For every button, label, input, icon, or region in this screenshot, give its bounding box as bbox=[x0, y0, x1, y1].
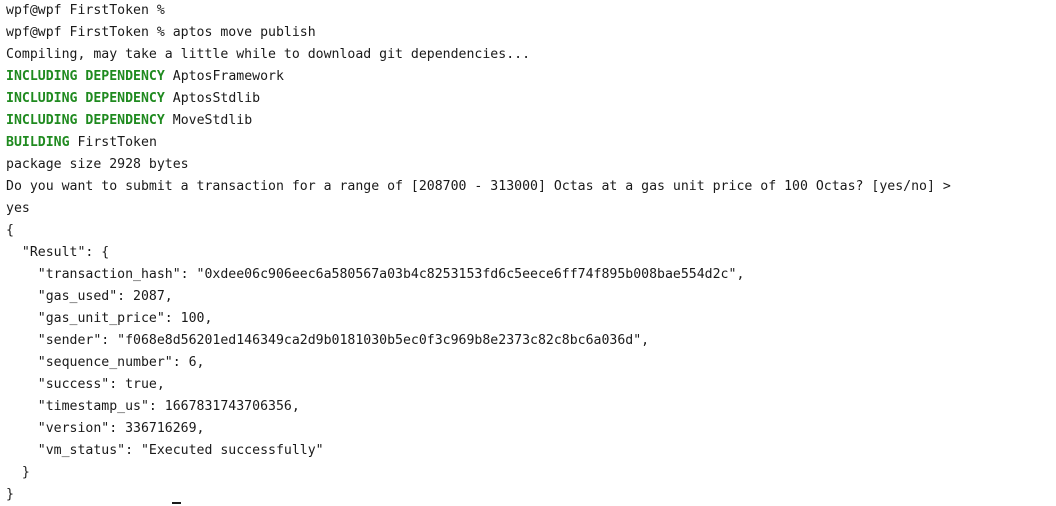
dependency-name: MoveStdlib bbox=[172, 113, 253, 128]
json-line: "gas_used": 2087, bbox=[6, 289, 173, 304]
prompt-line: wpf@wpf FirstToken % bbox=[6, 3, 165, 18]
confirm-question-line: Do you want to submit a transaction for … bbox=[6, 179, 951, 194]
json-line: { bbox=[6, 223, 14, 238]
dependency-keyword: INCLUDING DEPENDENCY bbox=[6, 69, 165, 84]
dependency-name: AptosStdlib bbox=[172, 91, 261, 106]
dependency-keyword: INCLUDING DEPENDENCY bbox=[6, 113, 165, 128]
dependency-name: AptosFramework bbox=[172, 69, 284, 84]
dependency-line: INCLUDING DEPENDENCY AptosFramework bbox=[6, 66, 1056, 88]
building-keyword: BUILDING bbox=[6, 135, 70, 150]
text-cursor bbox=[172, 502, 181, 504]
dependency-line: INCLUDING DEPENDENCY AptosStdlib bbox=[6, 88, 1056, 110]
json-line: "timestamp_us": 1667831743706356, bbox=[6, 399, 300, 414]
terminal-output[interactable]: wpf@wpf FirstToken % wpf@wpf FirstToken … bbox=[0, 0, 1056, 506]
building-name: FirstToken bbox=[77, 135, 157, 150]
json-line: } bbox=[6, 487, 14, 502]
json-line: "Result": { bbox=[6, 245, 110, 260]
json-line: "vm_status": "Executed successfully" bbox=[6, 443, 324, 458]
json-line: "version": 336716269, bbox=[6, 421, 205, 436]
json-line: } bbox=[6, 465, 30, 480]
json-line: "sender": "f068e8d56201ed146349ca2d9b018… bbox=[6, 333, 650, 348]
json-line: "gas_unit_price": 100, bbox=[6, 311, 213, 326]
json-line: "success": true, bbox=[6, 377, 165, 392]
dependency-line: INCLUDING DEPENDENCY MoveStdlib bbox=[6, 110, 1056, 132]
dependency-keyword: INCLUDING DEPENDENCY bbox=[6, 91, 165, 106]
json-line: "transaction_hash": "0xdee06c906eec6a580… bbox=[6, 267, 745, 282]
building-line: BUILDING FirstToken bbox=[6, 132, 1056, 154]
json-line: "sequence_number": 6, bbox=[6, 355, 205, 370]
command-line: wpf@wpf FirstToken % aptos move publish bbox=[6, 25, 316, 40]
user-answer-line: yes bbox=[6, 201, 30, 216]
package-size-line: package size 2928 bytes bbox=[6, 157, 189, 172]
compiling-line: Compiling, may take a little while to do… bbox=[6, 47, 531, 62]
